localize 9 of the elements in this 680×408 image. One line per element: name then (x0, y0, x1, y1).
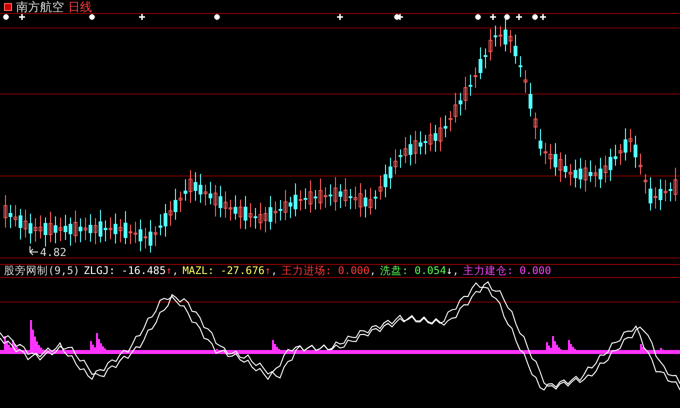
chart-period: 日线 (68, 0, 92, 14)
indicator-value: MAZL: -27.676↑, (182, 264, 278, 278)
low-price-label: 4.82 (40, 246, 66, 259)
indicator-value: 洗盘: 0.054↓, (380, 264, 459, 278)
indicator-value: ZLGJ: -16.485↑, (84, 264, 178, 278)
indicator-name: 股旁网制(9,5) (4, 264, 80, 278)
indicator-value: 主力建仓: 0.000 (462, 264, 552, 278)
indicator-value: 王力进场: 0.000, (281, 264, 376, 278)
stock-name: 南方航空 (16, 0, 64, 14)
